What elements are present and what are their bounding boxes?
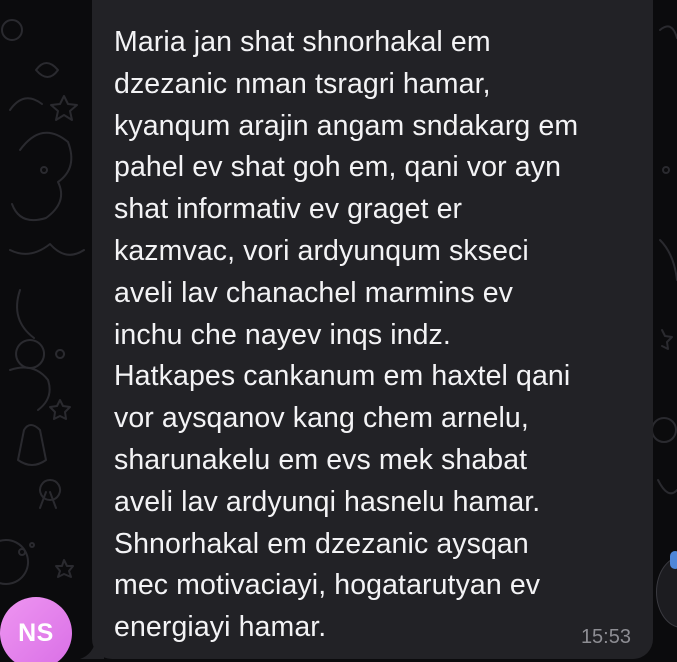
message-line: kazmvac, vori ardyunqum skseci xyxy=(114,234,529,267)
message-line: aveli lav ardyunqi hasnelu hamar. xyxy=(114,485,541,518)
message-line: kyanqum arajin angam sndakarg em xyxy=(114,109,579,142)
message-line: aveli lav chanachel marmins ev xyxy=(114,276,514,309)
message-line: inchu che nayev inqs indz. xyxy=(114,318,451,351)
message-line: dzezanic nman tsragri hamar, xyxy=(114,67,491,100)
chat-background: Maria jan shat shnorhakal em dzezanic nm… xyxy=(0,0,677,662)
message-line: Hatkapes cankanum em haxtel qani xyxy=(114,360,571,393)
message-line: pahel ev shat goh em, qani vor ayn xyxy=(114,151,562,184)
message-line: mec motivaciayi, hogatarutyan ev xyxy=(114,569,541,602)
message-line: Shnorhakal em dzezanic aysqan xyxy=(114,527,529,560)
message-timestamp: 15:53 xyxy=(580,626,631,648)
message-line: energiayi hamar. xyxy=(114,611,327,644)
sender-avatar[interactable]: NS xyxy=(0,597,72,662)
message-line: sharunakelu em evs mek shabat xyxy=(114,443,528,476)
avatar-initials: NS xyxy=(18,618,54,647)
message-bubble[interactable]: Maria jan shat shnorhakal em dzezanic nm… xyxy=(92,0,653,659)
message-line: Maria jan shat shnorhakal em xyxy=(114,26,491,58)
unread-indicator xyxy=(670,551,677,569)
message-text: Maria jan shat shnorhakal em dzezanic nm… xyxy=(114,22,633,649)
message-line: shat informativ ev graget er xyxy=(114,193,463,226)
message-line: vor aysqanov kang chem arnelu, xyxy=(114,402,529,435)
